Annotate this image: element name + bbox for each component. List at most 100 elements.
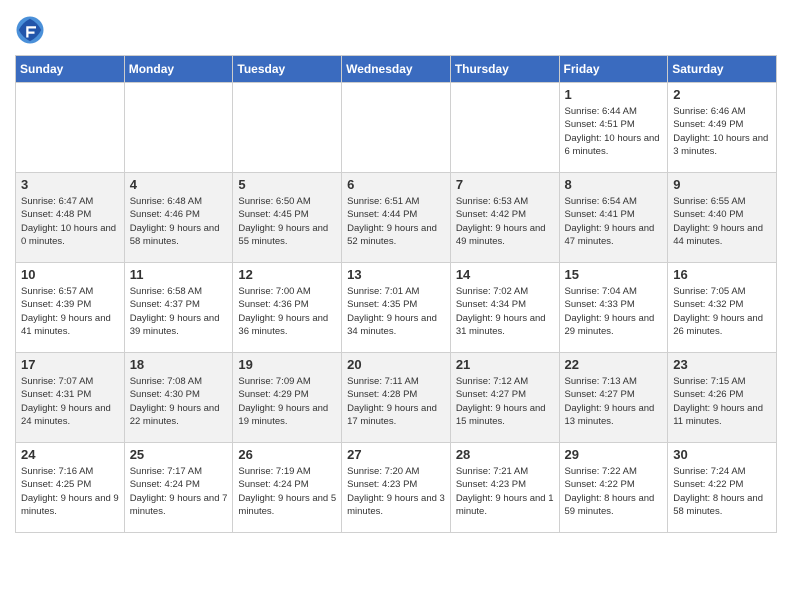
cell-info: Sunrise: 7:20 AM Sunset: 4:23 PM Dayligh…: [347, 465, 445, 518]
cell-info: Sunrise: 6:44 AM Sunset: 4:51 PM Dayligh…: [565, 105, 663, 158]
day-number: 6: [347, 177, 445, 192]
calendar-cell: 23Sunrise: 7:15 AM Sunset: 4:26 PM Dayli…: [668, 353, 777, 443]
calendar-cell: 10 Sunrise: 6:57 AM Sunset: 4:39 PM Dayli…: [16, 263, 125, 353]
calendar-cell: 12 Sunrise: 7:00 AM Sunset: 4:36 PM Dayli…: [233, 263, 342, 353]
day-number: 17: [21, 357, 119, 372]
day-number: 1: [565, 87, 663, 102]
calendar-table: SundayMondayTuesdayWednesdayThursdayFrid…: [15, 55, 777, 533]
calendar-cell: 28Sunrise: 7:21 AM Sunset: 4:23 PM Dayli…: [450, 443, 559, 533]
calendar-cell: 11 Sunrise: 6:58 AM Sunset: 4:37 PM Dayli…: [124, 263, 233, 353]
cell-info: Sunrise: 7:16 AM Sunset: 4:25 PM Dayligh…: [21, 465, 119, 518]
logo: [15, 15, 50, 45]
calendar-week-4: 17 Sunrise: 7:07 AM Sunset: 4:31 PM Dayli…: [16, 353, 777, 443]
cell-info: Sunrise: 7:17 AM Sunset: 4:24 PM Dayligh…: [130, 465, 228, 518]
calendar-week-3: 10 Sunrise: 6:57 AM Sunset: 4:39 PM Dayli…: [16, 263, 777, 353]
cell-info: Sunrise: 6:54 AM Sunset: 4:41 PM Dayligh…: [565, 195, 663, 248]
calendar-cell: 3 Sunrise: 6:47 AM Sunset: 4:48 PM Daylig…: [16, 173, 125, 263]
weekday-wednesday: Wednesday: [342, 56, 451, 83]
calendar-cell: [124, 83, 233, 173]
day-number: 11: [130, 267, 228, 282]
day-number: 3: [21, 177, 119, 192]
weekday-monday: Monday: [124, 56, 233, 83]
cell-info: Sunrise: 7:13 AM Sunset: 4:27 PM Dayligh…: [565, 375, 663, 428]
calendar-cell: 16 Sunrise: 7:05 AM Sunset: 4:32 PM Dayli…: [668, 263, 777, 353]
calendar-cell: 19 Sunrise: 7:09 AM Sunset: 4:29 PM Dayli…: [233, 353, 342, 443]
calendar-cell: 8 Sunrise: 6:54 AM Sunset: 4:41 PM Daylig…: [559, 173, 668, 263]
cell-info: Sunrise: 6:57 AM Sunset: 4:39 PM Dayligh…: [21, 285, 119, 338]
calendar-cell: 29 Sunrise: 7:22 AM Sunset: 4:22 PM Dayli…: [559, 443, 668, 533]
day-number: 9: [673, 177, 771, 192]
calendar-cell: 22 Sunrise: 7:13 AM Sunset: 4:27 PM Dayli…: [559, 353, 668, 443]
day-number: 16: [673, 267, 771, 282]
logo-icon: [15, 15, 45, 45]
calendar-week-2: 3 Sunrise: 6:47 AM Sunset: 4:48 PM Daylig…: [16, 173, 777, 263]
cell-info: Sunrise: 7:07 AM Sunset: 4:31 PM Dayligh…: [21, 375, 119, 428]
header: [15, 15, 777, 45]
calendar-cell: [16, 83, 125, 173]
cell-info: Sunrise: 7:04 AM Sunset: 4:33 PM Dayligh…: [565, 285, 663, 338]
day-number: 29: [565, 447, 663, 462]
cell-info: Sunrise: 7:22 AM Sunset: 4:22 PM Dayligh…: [565, 465, 663, 518]
day-number: 8: [565, 177, 663, 192]
day-number: 18: [130, 357, 228, 372]
day-number: 7: [456, 177, 554, 192]
calendar-cell: [233, 83, 342, 173]
calendar-cell: 24 Sunrise: 7:16 AM Sunset: 4:25 PM Dayli…: [16, 443, 125, 533]
calendar-cell: 5 Sunrise: 6:50 AM Sunset: 4:45 PM Daylig…: [233, 173, 342, 263]
cell-info: Sunrise: 7:24 AM Sunset: 4:22 PM Dayligh…: [673, 465, 771, 518]
cell-info: Sunrise: 7:00 AM Sunset: 4:36 PM Dayligh…: [238, 285, 336, 338]
cell-info: Sunrise: 7:05 AM Sunset: 4:32 PM Dayligh…: [673, 285, 771, 338]
calendar-week-5: 24 Sunrise: 7:16 AM Sunset: 4:25 PM Dayli…: [16, 443, 777, 533]
calendar-cell: [342, 83, 451, 173]
day-number: 24: [21, 447, 119, 462]
day-number: 30: [673, 447, 771, 462]
calendar-cell: 25 Sunrise: 7:17 AM Sunset: 4:24 PM Dayli…: [124, 443, 233, 533]
cell-info: Sunrise: 6:51 AM Sunset: 4:44 PM Dayligh…: [347, 195, 445, 248]
cell-info: Sunrise: 7:08 AM Sunset: 4:30 PM Dayligh…: [130, 375, 228, 428]
day-number: 26: [238, 447, 336, 462]
cell-info: Sunrise: 6:55 AM Sunset: 4:40 PM Dayligh…: [673, 195, 771, 248]
calendar-cell: 13 Sunrise: 7:01 AM Sunset: 4:35 PM Dayli…: [342, 263, 451, 353]
calendar-cell: 14 Sunrise: 7:02 AM Sunset: 4:34 PM Dayli…: [450, 263, 559, 353]
cell-info: Sunrise: 6:48 AM Sunset: 4:46 PM Dayligh…: [130, 195, 228, 248]
calendar-cell: 20 Sunrise: 7:11 AM Sunset: 4:28 PM Dayli…: [342, 353, 451, 443]
day-number: 22: [565, 357, 663, 372]
weekday-header-row: SundayMondayTuesdayWednesdayThursdayFrid…: [16, 56, 777, 83]
cell-info: Sunrise: 7:01 AM Sunset: 4:35 PM Dayligh…: [347, 285, 445, 338]
cell-info: Sunrise: 6:53 AM Sunset: 4:42 PM Dayligh…: [456, 195, 554, 248]
day-number: 15: [565, 267, 663, 282]
calendar-cell: 9 Sunrise: 6:55 AM Sunset: 4:40 PM Daylig…: [668, 173, 777, 263]
cell-info: Sunrise: 6:50 AM Sunset: 4:45 PM Dayligh…: [238, 195, 336, 248]
day-number: 27: [347, 447, 445, 462]
calendar-cell: 30 Sunrise: 7:24 AM Sunset: 4:22 PM Dayli…: [668, 443, 777, 533]
day-number: 28: [456, 447, 554, 462]
cell-info: Sunrise: 7:09 AM Sunset: 4:29 PM Dayligh…: [238, 375, 336, 428]
day-number: 25: [130, 447, 228, 462]
weekday-sunday: Sunday: [16, 56, 125, 83]
calendar-cell: 27 Sunrise: 7:20 AM Sunset: 4:23 PM Dayli…: [342, 443, 451, 533]
calendar-cell: 26 Sunrise: 7:19 AM Sunset: 4:24 PM Dayli…: [233, 443, 342, 533]
cell-info: Sunrise: 6:46 AM Sunset: 4:49 PM Dayligh…: [673, 105, 771, 158]
day-number: 4: [130, 177, 228, 192]
calendar-cell: 2Sunrise: 6:46 AM Sunset: 4:49 PM Daylig…: [668, 83, 777, 173]
day-number: 21: [456, 357, 554, 372]
day-number: 14: [456, 267, 554, 282]
day-number: 5: [238, 177, 336, 192]
calendar-week-1: 1 Sunrise: 6:44 AM Sunset: 4:51 PM Daylig…: [16, 83, 777, 173]
calendar-cell: 15 Sunrise: 7:04 AM Sunset: 4:33 PM Dayli…: [559, 263, 668, 353]
calendar-cell: 6 Sunrise: 6:51 AM Sunset: 4:44 PM Daylig…: [342, 173, 451, 263]
day-number: 20: [347, 357, 445, 372]
day-number: 10: [21, 267, 119, 282]
cell-info: Sunrise: 6:47 AM Sunset: 4:48 PM Dayligh…: [21, 195, 119, 248]
weekday-thursday: Thursday: [450, 56, 559, 83]
day-number: 13: [347, 267, 445, 282]
cell-info: Sunrise: 7:15 AM Sunset: 4:26 PM Dayligh…: [673, 375, 771, 428]
day-number: 19: [238, 357, 336, 372]
cell-info: Sunrise: 6:58 AM Sunset: 4:37 PM Dayligh…: [130, 285, 228, 338]
cell-info: Sunrise: 7:11 AM Sunset: 4:28 PM Dayligh…: [347, 375, 445, 428]
day-number: 12: [238, 267, 336, 282]
calendar-cell: 1 Sunrise: 6:44 AM Sunset: 4:51 PM Daylig…: [559, 83, 668, 173]
cell-info: Sunrise: 7:02 AM Sunset: 4:34 PM Dayligh…: [456, 285, 554, 338]
page: SundayMondayTuesdayWednesdayThursdayFrid…: [0, 0, 792, 548]
cell-info: Sunrise: 7:19 AM Sunset: 4:24 PM Dayligh…: [238, 465, 336, 518]
